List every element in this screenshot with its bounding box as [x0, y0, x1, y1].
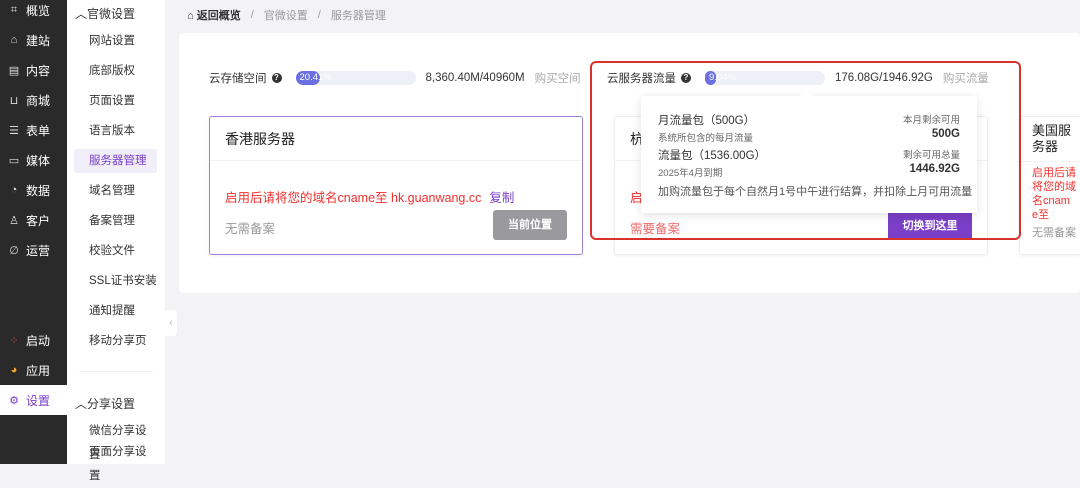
switch-here-button[interactable]: 切换到这里 [888, 213, 972, 239]
submenu-item[interactable]: 移动分享页 [74, 329, 157, 353]
nav-launch[interactable]: ⁘ 启动 [0, 325, 67, 355]
chevron-up-icon: ︿ [75, 397, 88, 411]
nav-form[interactable]: ☰ 表单 [0, 115, 67, 145]
submenu-item[interactable]: 备案管理 [74, 209, 157, 233]
back-link[interactable]: ⌂ 返回概览 [187, 7, 241, 23]
traffic-tooltip: 月流量包（500G） 系统所包含的每月流量 本月剩余可用 500G 流量包（1536… [641, 96, 977, 213]
submenu-item[interactable]: 通知提醒 [74, 299, 157, 323]
nav-site[interactable]: ⌂ 建站 [0, 25, 67, 55]
home-icon: ⌂ [10, 34, 18, 46]
submenu-item[interactable]: 底部版权 [74, 59, 157, 83]
settings-submenu: ︿官微设置 网站设置 底部版权 页面设置 语言版本 服务器管理 域名管理 备案管… [67, 0, 165, 482]
pie-icon: ◔ [10, 184, 18, 196]
nav-customer[interactable]: ♙ 客户 [0, 205, 67, 235]
cart-icon: ⊔ [9, 94, 19, 107]
gear-icon: ⚙ [9, 394, 19, 407]
submenu-item[interactable]: 页面分享设置 [74, 440, 157, 482]
apps-icon: ◕ [10, 364, 18, 376]
nav-apps[interactable]: ◕ 应用 [0, 355, 67, 385]
collapse-handle[interactable]: ‹ [165, 310, 177, 336]
main-sidebar: ⌗ 概览 ⌂ 建站 ▤ 内容 ⊔ 商城 ☰ 表单 ▭ 媒体 ◔ 数据 ♙ 客户 ∅ 运营 ⁘ 启动 … [0, 0, 67, 464]
server-card-us: 美国服务器 启用后请将您的域名cname至 无需备案 [1019, 116, 1080, 255]
breadcrumb-item[interactable]: 官微设置 [264, 7, 308, 23]
nav-overview[interactable]: ⌗ 概览 [0, 0, 67, 25]
submenu-item[interactable]: 校验文件 [74, 239, 157, 263]
submenu-item[interactable]: 语言版本 [74, 119, 157, 143]
submenu-item[interactable]: 域名管理 [74, 179, 157, 203]
help-icon[interactable]: ? [271, 73, 282, 83]
submenu-item[interactable]: 页面设置 [74, 89, 157, 113]
traffic-usage: 云服务器流量? 9.04% 176.08G/1946.92G 购买流量 [607, 70, 989, 86]
nav-settings[interactable]: ⚙ 设置 [0, 385, 67, 415]
breadcrumb-item: 服务器管理 [330, 10, 386, 22]
breadcrumb: ⌂ 返回概览 / 官微设置 / 服务器管理 [187, 7, 386, 23]
breadcrumb-separator: / [317, 9, 321, 21]
buy-space-link[interactable]: 购买空间 [535, 70, 581, 86]
submenu-group-guanwei[interactable]: ︿官微设置 [75, 5, 135, 22]
help-icon[interactable]: ? [681, 73, 691, 83]
paperclip-icon: ∅ [9, 244, 19, 257]
dots-icon: ⁘ [9, 334, 19, 347]
breadcrumb-separator: / [250, 9, 254, 21]
server-card-hongkong: 香港服务器 启用后请将您的域名cname至 hk.guanwang.cc 复制 无… [209, 116, 583, 255]
storage-usage: 云存储空间? 20.41% 8,360.40M/40960M 购买空间 [209, 70, 581, 86]
submenu-group-share[interactable]: ︿分享设置 [75, 395, 135, 412]
chart-icon: ⌗ [10, 3, 18, 16]
chevron-left-icon: ‹ [169, 317, 173, 329]
divider [79, 371, 153, 372]
buy-traffic-link[interactable]: 购买流量 [943, 70, 989, 86]
copy-link[interactable]: 复制 [489, 191, 514, 205]
submenu-item-server[interactable]: 服务器管理 [74, 149, 157, 173]
nav-media[interactable]: ▭ 媒体 [0, 145, 67, 175]
storage-progress: 20.41% [295, 71, 416, 85]
current-location-button[interactable]: 当前位置 [493, 210, 567, 240]
nav-operation[interactable]: ∅ 运营 [0, 235, 67, 265]
submenu-item[interactable]: SSL证书安装 [74, 269, 157, 293]
document-icon: ▤ [8, 64, 20, 77]
submenu-item[interactable]: 网站设置 [74, 29, 157, 53]
home-icon: ⌂ [187, 10, 194, 22]
chevron-up-icon: ︿ [75, 7, 88, 21]
user-icon: ♙ [9, 214, 19, 227]
nav-shop[interactable]: ⊔ 商城 [0, 85, 67, 115]
form-icon: ☰ [9, 124, 19, 137]
video-icon: ▭ [8, 154, 20, 167]
nav-data[interactable]: ◔ 数据 [0, 175, 67, 205]
nav-content[interactable]: ▤ 内容 [0, 55, 67, 85]
traffic-progress: 9.04% [705, 71, 825, 85]
